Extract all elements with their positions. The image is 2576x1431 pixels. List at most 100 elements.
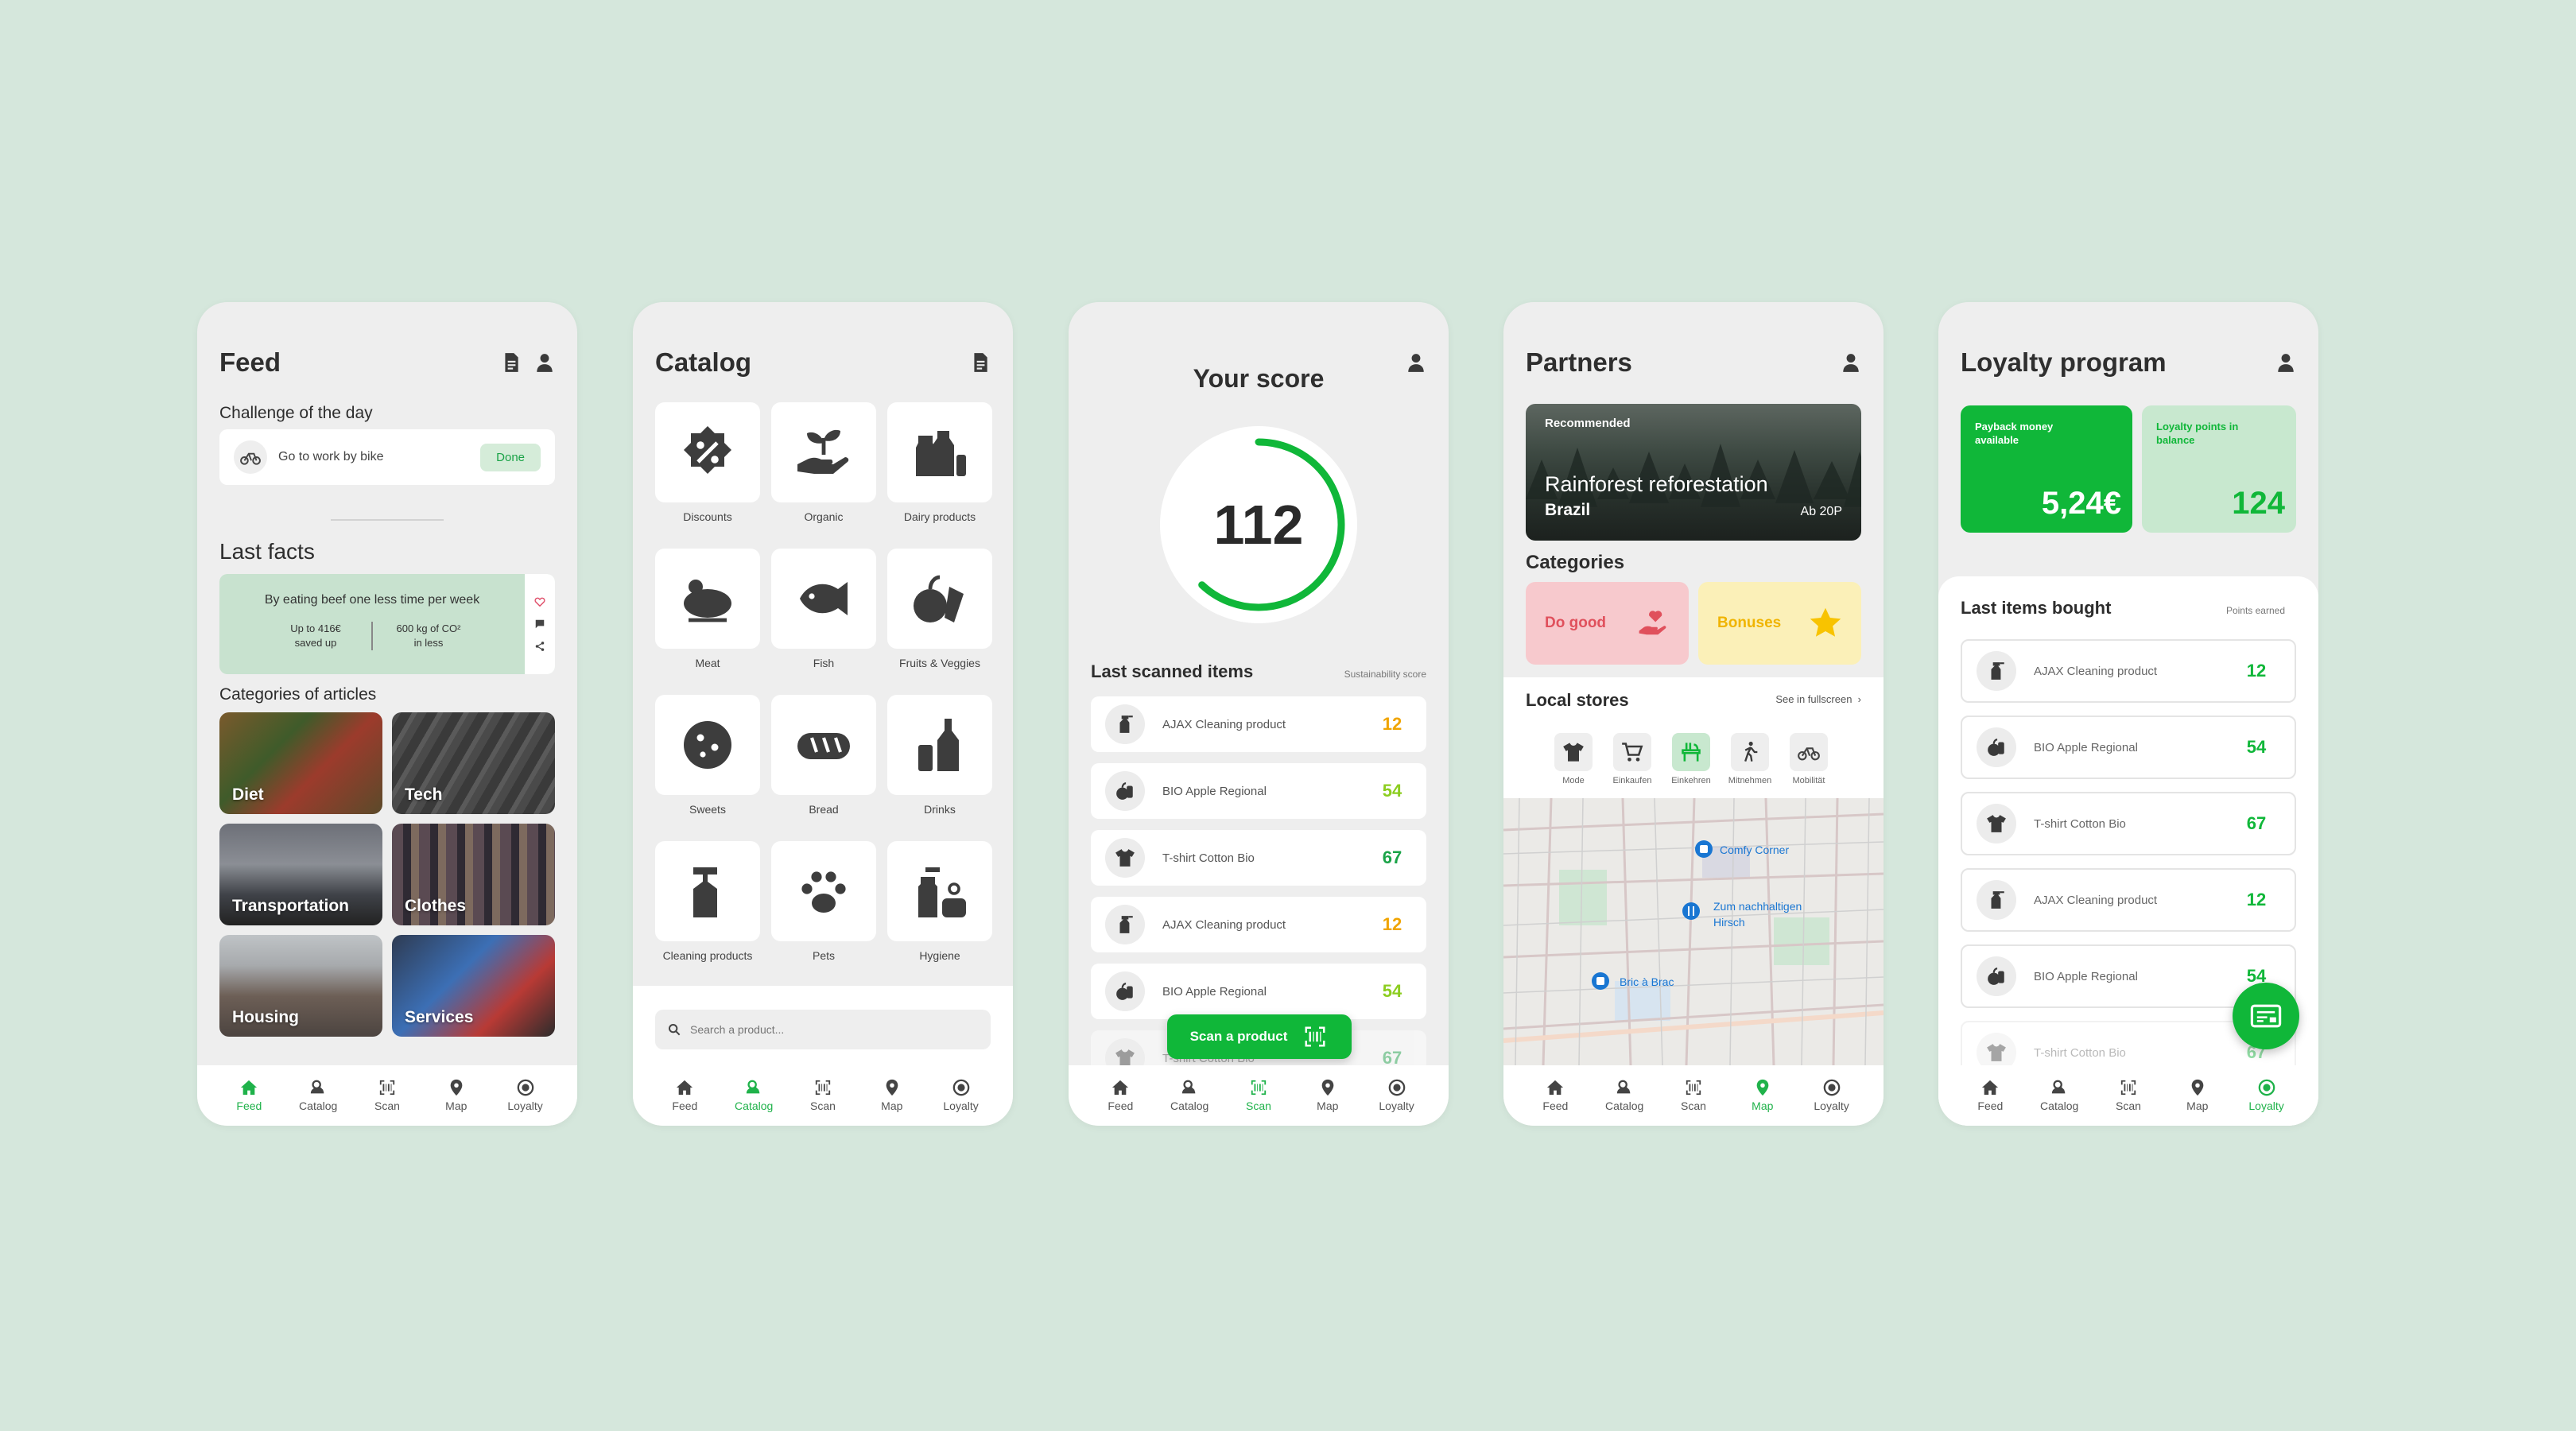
edit-document-icon[interactable] [970,352,991,373]
nav-feed[interactable]: Feed [221,1079,277,1112]
catalog-item-fish[interactable]: Fish [771,549,876,669]
tile-transportation[interactable]: Transportation [219,824,382,925]
nav-scan[interactable]: Scan [2101,1079,2156,1112]
chip-einkaufen[interactable]: Einkaufen [1608,733,1656,785]
search-icon [669,1024,681,1036]
chip-einkehren[interactable]: Einkehren [1667,733,1715,785]
nav-catalog[interactable]: Catalog [1596,1079,1652,1112]
profile-icon[interactable] [1841,352,1861,373]
nav-feed[interactable]: Feed [657,1079,712,1112]
nav-scan[interactable]: Scan [1231,1079,1286,1112]
cleaning-product-icon [1977,651,2016,691]
catalog-item-bread[interactable]: Bread [771,695,876,816]
nav-scan[interactable]: Scan [795,1079,851,1112]
loyalty-card-button[interactable] [2233,983,2299,1049]
tile-clothes[interactable]: Clothes [392,824,555,925]
share-icon[interactable] [534,641,545,652]
category-do-good[interactable]: Do good [1526,582,1689,665]
bought-row[interactable]: BIO Apple Regional 54 [1961,716,2296,779]
scan-product-button[interactable]: Scan a product [1167,1014,1352,1059]
sprout-hand-icon [797,429,849,474]
points-earned: 12 [2246,890,2267,909]
drinks-icon [918,719,959,771]
scanned-row[interactable]: BIO Apple Regional 54 [1091,763,1426,819]
comment-icon[interactable] [534,619,545,630]
apple-icon [1105,971,1145,1011]
bread-icon [797,733,850,759]
search-input[interactable] [690,1023,978,1036]
nav-feed[interactable]: Feed [1962,1079,2018,1112]
fact-stat-co2: 600 kg of CO² in less [396,622,461,649]
points-earned: 54 [2246,737,2267,757]
nav-map[interactable]: Map [2170,1079,2225,1112]
challenge-heading: Challenge of the day [219,404,373,422]
nav-scan[interactable]: Scan [359,1079,415,1112]
catalog-item-drinks[interactable]: Drinks [887,695,992,816]
tshirt-icon [1562,741,1585,763]
category-bonuses[interactable]: Bonuses [1698,582,1861,665]
map-streets [1503,798,1884,1065]
catalog-item-dairy[interactable]: Dairy products [887,402,992,523]
catalog-item-sweets[interactable]: Sweets [655,695,760,816]
see-fullscreen-link[interactable]: See in fullscreen › [1775,693,1861,705]
recommended-banner[interactable]: Recommended Rainforest reforestation Bra… [1526,404,1861,541]
bought-row[interactable]: T-shirt Cotton Bio 67 [1961,792,2296,855]
nav-map[interactable]: Map [864,1079,920,1112]
nav-loyalty[interactable]: Loyalty [2239,1079,2295,1112]
store-pin-icon[interactable] [1694,840,1713,859]
nav-catalog[interactable]: Catalog [1162,1079,1217,1112]
nav-map[interactable]: Map [1735,1079,1790,1112]
scanned-row[interactable]: T-shirt Cotton Bio67 [1091,830,1426,886]
apple-icon [1977,727,2016,767]
nav-feed[interactable]: Feed [1092,1079,1148,1112]
catalog-icon [1181,1079,1198,1096]
loyalty-icon [2258,1079,2275,1096]
scanned-row[interactable]: AJAX Cleaning product 12 [1091,897,1426,952]
profile-icon[interactable] [534,352,555,373]
scanned-row[interactable]: BIO Apple Regional 54 [1091,964,1426,1019]
nav-map[interactable]: Map [429,1079,484,1112]
nav-feed[interactable]: Feed [1527,1079,1583,1112]
bottom-nav: Feed Catalog Scan Map Loyalty [1938,1065,2318,1126]
chip-mode[interactable]: Mode [1550,733,1597,785]
stores-map[interactable]: Comfy Corner Zum nachhaltigen Hirsch Bri… [1503,798,1884,1065]
nav-loyalty[interactable]: Loyalty [933,1079,989,1112]
scanned-row[interactable]: AJAX Cleaning product 12 [1091,696,1426,752]
nav-catalog[interactable]: Catalog [726,1079,782,1112]
done-button[interactable]: Done [480,443,541,471]
bought-row[interactable]: AJAX Cleaning product 12 [1961,868,2296,932]
nav-catalog[interactable]: Catalog [290,1079,346,1112]
profile-icon[interactable] [2275,352,2296,373]
nav-scan[interactable]: Scan [1666,1079,1721,1112]
document-icon[interactable] [501,352,522,373]
nav-loyalty[interactable]: Loyalty [1804,1079,1860,1112]
bought-row[interactable]: AJAX Cleaning product 12 [1961,639,2296,703]
catalog-item-organic[interactable]: Organic [771,402,876,523]
catalog-item-fruits[interactable]: Fruits & Veggies [887,549,992,669]
chip-mobilitat[interactable]: Mobilität [1785,733,1833,785]
restaurant-pin-icon[interactable] [1682,902,1701,921]
nav-catalog[interactable]: Catalog [2031,1079,2087,1112]
nav-loyalty[interactable]: Loyalty [1369,1079,1425,1112]
catalog-item-meat[interactable]: Meat [655,549,760,669]
catalog-item-pets[interactable]: Pets [771,841,876,962]
search-bar[interactable] [655,1010,991,1049]
tile-services[interactable]: Services [392,935,555,1037]
apple-icon [1105,771,1145,811]
nav-map[interactable]: Map [1300,1079,1356,1112]
points-card[interactable]: Loyalty points in balance 124 [2142,405,2296,533]
shop-pin-icon[interactable] [1591,971,1610,991]
catalog-item-hygiene[interactable]: Hygiene [887,841,992,962]
catalog-item-discounts[interactable]: Discounts [655,402,760,523]
tile-tech[interactable]: Tech [392,712,555,814]
cookie-icon [684,721,731,769]
tile-diet[interactable]: Diet [219,712,382,814]
catalog-item-cleaning[interactable]: Cleaning products [655,841,760,962]
feed-screen: Feed Challenge of the day Go to work by … [197,302,577,1126]
chip-mitnehmen[interactable]: Mitnehmen [1726,733,1774,785]
payback-card[interactable]: Payback money available 5,24€ [1961,405,2132,533]
nav-loyalty[interactable]: Loyalty [498,1079,553,1112]
fact-card[interactable]: By eating beef one less time per week Up… [219,574,555,674]
tile-housing[interactable]: Housing [219,935,382,1037]
heart-icon[interactable] [534,596,545,607]
